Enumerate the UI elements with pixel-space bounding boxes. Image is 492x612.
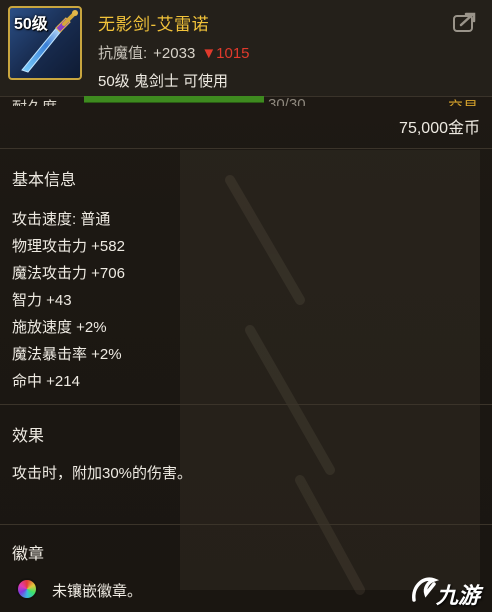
durability-label: 耐久度 [12,96,57,106]
resist-label: 抗魔值: [98,45,148,62]
watermark-text: 九游 [436,583,481,608]
share-button[interactable] [452,12,478,34]
effect-text: 攻击时，附加30%的伤害。 [12,465,193,482]
share-icon [453,12,476,32]
requirement-text: 50级 鬼剑士 可使用 [98,73,229,90]
divider [0,524,492,525]
sword-icon[interactable]: 50级 [8,6,82,80]
resist-value: +2033 [153,45,196,62]
price-label: 交易 [448,96,478,106]
divider [0,148,492,149]
stat-cast-speed: 施放速度 +2% [12,319,107,336]
stat-attack-speed: 攻击速度: 普通 [12,211,111,228]
item-header: 50级 无影剑-艾雷诺 抗魔值: +2033 ▼1015 50级 鬼剑士 可使用 [0,0,492,97]
resist-row: 抗魔值: +2033 ▼1015 [98,42,250,63]
emblem-title: 徽章 [12,546,45,563]
level-badge: 50级 [14,16,48,33]
price-value: 75,000金币 [399,120,480,137]
stat-physical-attack: 物理攻击力 +582 [12,238,125,255]
divider [0,404,492,405]
resist-decrease: ▼1015 [201,45,250,62]
durability-value: 30/30 [268,96,306,106]
stat-magic-crit: 魔法暴击率 +2% [12,346,122,363]
item-name: 无影剑-艾雷诺 [98,15,210,34]
durability-bar [84,96,264,103]
stat-magic-attack: 魔法攻击力 +706 [12,265,125,282]
item-tooltip: 50级 无影剑-艾雷诺 抗魔值: +2033 ▼1015 50级 鬼剑士 可使用 耐… [0,0,492,612]
stat-intelligence: 智力 +43 [12,292,72,309]
effect-title: 效果 [12,428,45,445]
basic-info-title: 基本信息 [12,172,77,189]
emblem-text: 未镶嵌徽章。 [52,583,143,600]
stat-hit-rate: 命中 +214 [12,373,80,390]
emblem-slot-icon[interactable] [16,578,38,600]
